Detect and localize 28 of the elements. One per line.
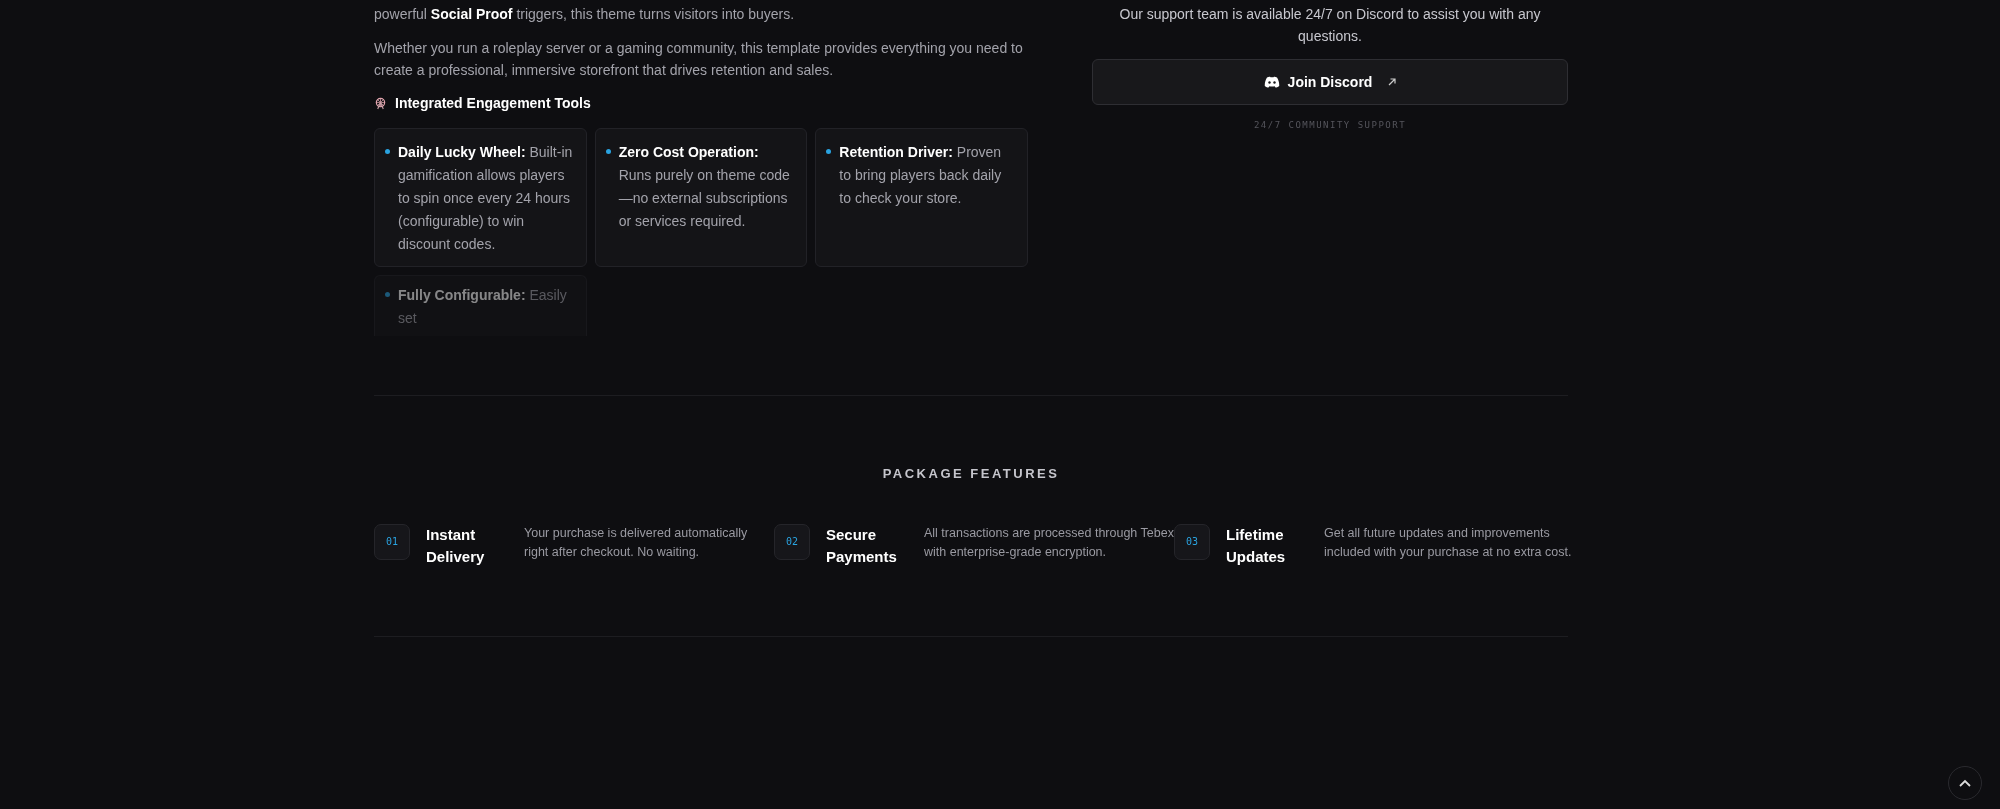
feature-description: Your purchase is delivered automatically right after checkout. No waiting. — [524, 524, 749, 561]
caption: 24/7 COMMUNITY SUPPORT — [1252, 119, 1408, 132]
number-label: 02 — [774, 523, 810, 560]
section-heading: PACKAGE FEATURES — [881, 465, 1061, 483]
number-label: 03 — [1174, 523, 1210, 560]
bullet-icon — [385, 292, 390, 297]
join-discord-button[interactable]: Join Discord — [1092, 59, 1568, 105]
feature-text: Retention Driver: Proven to bring players back daily to check your store. — [839, 143, 1003, 208]
feature-text: Zero Cost Operation: Runs purely on theme code—no external subscriptions or services required. — [618, 143, 791, 231]
feature-title: Lifetime Updates — [1226, 524, 1287, 567]
chevron-up-icon — [1959, 779, 1971, 787]
feature-title: Instant Delivery — [426, 524, 486, 567]
ferris-wheel-icon — [374, 97, 387, 110]
feature-description: All transactions are processed through Tebex with enterprise-grade encryption. — [924, 524, 1174, 561]
game-controller-icon — [1263, 76, 1280, 88]
paragraph: powerful Social Proof triggers, this theme turns visitors into buyers. — [374, 5, 796, 24]
feature-text: Daily Lucky Wheel: Built-in gamification allows players to spin once every 24 hours (configurable) to win discount codes. — [398, 143, 574, 254]
feature-text: Fully Configurable: Easily set — [398, 286, 568, 328]
paragraph: Whether you run a roleplay server or a gaming community, this template provides everything you need to create a professional, immersive storefront that drives retention and sales. — [374, 39, 1024, 80]
bullet-icon — [605, 149, 611, 154]
bullet-icon — [385, 149, 390, 154]
arrow-up-right-icon — [1388, 78, 1397, 86]
section-heading: Integrated Engagement Tools — [395, 94, 591, 113]
number-label: 01 — [374, 523, 410, 560]
bullet-icon — [826, 149, 832, 154]
feature-title: Secure Payments — [826, 524, 898, 567]
support-text: Our support team is available 24/7 on Discord to assist you with any questions. — [1118, 5, 1542, 46]
feature-description: Get all future updates and improvements included with your purchase at no extra cost. — [1324, 524, 1573, 561]
